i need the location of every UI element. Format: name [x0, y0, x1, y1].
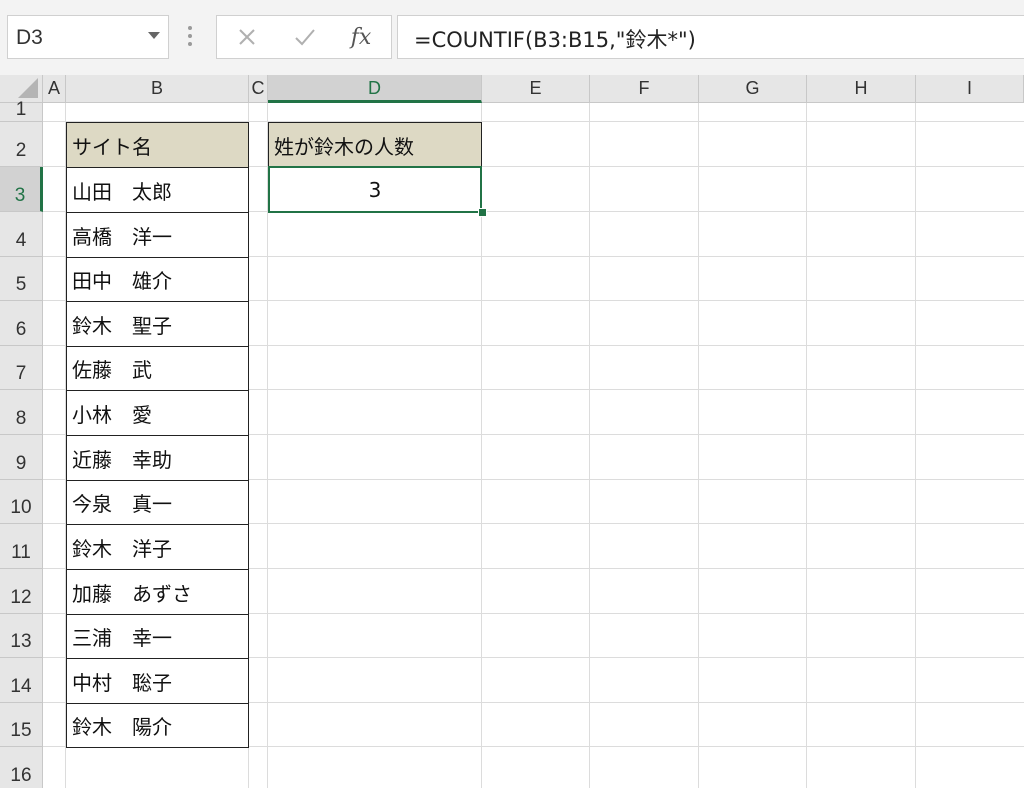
column-header-h[interactable]: H	[807, 75, 916, 103]
select-all-icon	[18, 78, 38, 98]
column-header-a[interactable]: A	[43, 75, 66, 103]
name-cell[interactable]: 近藤 幸助	[66, 436, 249, 481]
spreadsheet-grid[interactable]: A B C D E F G H I 1 2 3 4 5 6 7 8 9 10 1…	[0, 75, 1024, 788]
row-header-15[interactable]: 15	[0, 703, 43, 747]
insert-function-button[interactable]: fx	[343, 22, 379, 52]
row-header-11[interactable]: 11	[0, 524, 43, 569]
row-header-5[interactable]: 5	[0, 257, 43, 301]
row-header-13[interactable]: 13	[0, 614, 43, 658]
column-header-g[interactable]: G	[699, 75, 807, 103]
fill-handle[interactable]	[478, 208, 487, 217]
count-header-cell[interactable]: 姓が鈴木の人数	[268, 122, 482, 168]
name-cell[interactable]: 鈴木 聖子	[66, 302, 249, 347]
row-header-4[interactable]: 4	[0, 212, 43, 257]
name-cell[interactable]: 佐藤 武	[66, 347, 249, 391]
name-box[interactable]: D3	[7, 15, 169, 59]
formula-text: =COUNTIF(B3:B15,"鈴木*")	[414, 28, 696, 52]
formula-bar: D3 fx =COUNTIF(B3:B15,"鈴木*")	[0, 0, 1024, 76]
name-box-value: D3	[16, 26, 43, 49]
name-cell[interactable]: 今泉 真一	[66, 481, 249, 525]
name-cell[interactable]: 鈴木 洋子	[66, 525, 249, 570]
column-header-i[interactable]: I	[916, 75, 1024, 103]
row-header-1[interactable]: 1	[0, 100, 43, 122]
column-header-c[interactable]: C	[249, 75, 268, 103]
row-header-6[interactable]: 6	[0, 301, 43, 346]
column-header-f[interactable]: F	[590, 75, 699, 103]
row-header-10[interactable]: 10	[0, 480, 43, 524]
name-cell[interactable]: 小林 愛	[66, 391, 249, 436]
column-header-b[interactable]: B	[66, 75, 249, 103]
name-table-header[interactable]: サイト名	[66, 122, 249, 168]
row-header-12[interactable]: 12	[0, 569, 43, 614]
checkmark-icon	[295, 29, 315, 46]
name-cell[interactable]: 加藤 あずさ	[66, 570, 249, 615]
name-box-dropdown-icon[interactable]	[148, 32, 160, 39]
column-header-e[interactable]: E	[482, 75, 590, 103]
row-header-16[interactable]: 16	[0, 747, 43, 788]
count-result-cell[interactable]: 3	[268, 166, 482, 213]
name-cell[interactable]: 田中 雄介	[66, 258, 249, 302]
name-cell[interactable]: 三浦 幸一	[66, 615, 249, 659]
cancel-icon	[239, 29, 255, 45]
name-cell[interactable]: 中村 聡子	[66, 659, 249, 704]
formula-bar-resize-handle[interactable]	[188, 26, 192, 48]
row-header-7[interactable]: 7	[0, 346, 43, 390]
row-header-8[interactable]: 8	[0, 390, 43, 435]
row-header-14[interactable]: 14	[0, 658, 43, 703]
name-cell[interactable]: 山田 太郎	[66, 168, 249, 213]
row-header-2[interactable]: 2	[0, 122, 43, 167]
row-header-9[interactable]: 9	[0, 435, 43, 480]
formula-input[interactable]: =COUNTIF(B3:B15,"鈴木*")	[397, 15, 1024, 59]
cancel-button[interactable]	[229, 22, 265, 52]
fx-icon: fx	[350, 24, 372, 50]
name-cell[interactable]: 鈴木 陽介	[66, 704, 249, 748]
name-cell[interactable]: 高橋 洋一	[66, 213, 249, 258]
row-header-3[interactable]: 3	[0, 167, 43, 212]
enter-button[interactable]	[287, 22, 323, 52]
column-header-d[interactable]: D	[268, 75, 482, 103]
formula-buttons: fx	[216, 15, 392, 59]
